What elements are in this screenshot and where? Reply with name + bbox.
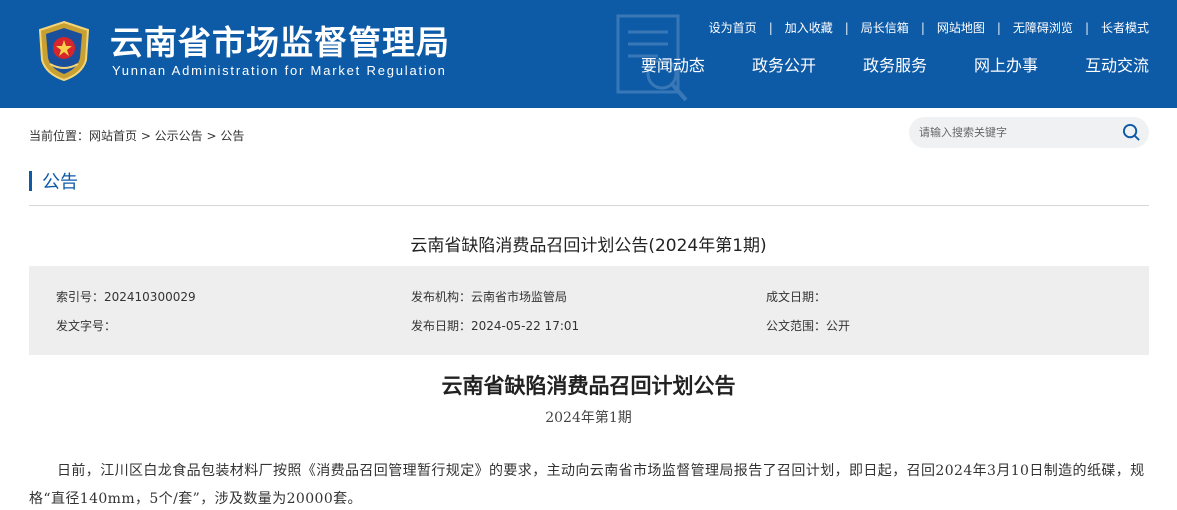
section-bar-accent: [29, 171, 32, 191]
toplink-add-favorite[interactable]: 加入收藏: [785, 19, 833, 36]
nav-item-interaction[interactable]: 互动交流: [1085, 52, 1149, 76]
nav-item-government-services[interactable]: 政务服务: [863, 52, 927, 76]
breadcrumb[interactable]: 当前位置：网站首页 > 公示公告 > 公告: [29, 127, 244, 144]
toplink-divider: |: [1084, 20, 1089, 35]
nav-item-news[interactable]: 要闻动态: [641, 52, 705, 76]
search-icon[interactable]: [1122, 123, 1141, 142]
document-paragraph: 日前，江川区白龙食品包装材料厂按照《消费品召回管理暂行规定》的要求，主动向云南省…: [29, 463, 1145, 507]
section-title: 公告: [42, 172, 78, 193]
top-links: 设为首页 | 加入收藏 | 局长信箱 | 网站地图 | 无障碍浏览 | 长者模式: [709, 19, 1149, 36]
toplink-divider: |: [844, 20, 849, 35]
toplink-divider: |: [768, 20, 773, 35]
toplink-accessibility[interactable]: 无障碍浏览: [1013, 19, 1073, 36]
meta-publisher: 发布机构：云南省市场监管局: [411, 290, 568, 304]
document-issue: 2024年第1期: [545, 410, 632, 426]
search-input[interactable]: [919, 117, 1119, 148]
toplink-divider: |: [996, 20, 1001, 35]
meta-created-date: 成文日期：: [766, 290, 827, 304]
toplink-divider: |: [920, 20, 925, 35]
search-box: [909, 117, 1149, 148]
nav-item-online-services[interactable]: 网上办事: [974, 52, 1038, 76]
site-header: 云南省市场监督管理局 Yunnan Administration for Mar…: [0, 0, 1177, 108]
market-regulation-emblem-icon[interactable]: [36, 20, 92, 82]
meta-scope: 公文范围：公开: [766, 319, 851, 333]
toplink-director-mailbox[interactable]: 局长信箱: [861, 19, 909, 36]
toplink-sitemap[interactable]: 网站地图: [937, 19, 985, 36]
site-title[interactable]: 云南省市场监督管理局: [110, 16, 450, 64]
toplink-set-homepage[interactable]: 设为首页: [709, 19, 757, 36]
meta-publish-date: 发布日期：2024-05-22 17:01: [411, 319, 580, 333]
site-subtitle: Yunnan Administration for Market Regulat…: [112, 63, 447, 78]
document-heading: 云南省缺陷消费品召回计划公告: [441, 373, 736, 398]
section-heading: 公告: [29, 170, 78, 193]
document-meta-box: 索引号：202410300029 发文字号： 发布机构：云南省市场监管局 发布日…: [29, 266, 1149, 355]
section-divider: [29, 205, 1149, 206]
main-nav: 要闻动态 政务公开 政务服务 网上办事 互动交流: [641, 52, 1149, 76]
meta-index-no: 索引号：202410300029: [56, 290, 196, 304]
nav-item-government-affairs[interactable]: 政务公开: [752, 52, 816, 76]
article-title: 云南省缺陷消费品召回计划公告(2024年第1期): [410, 236, 767, 256]
toplink-elder-mode[interactable]: 长者模式: [1101, 19, 1149, 36]
meta-doc-no: 发文字号：: [56, 319, 117, 333]
